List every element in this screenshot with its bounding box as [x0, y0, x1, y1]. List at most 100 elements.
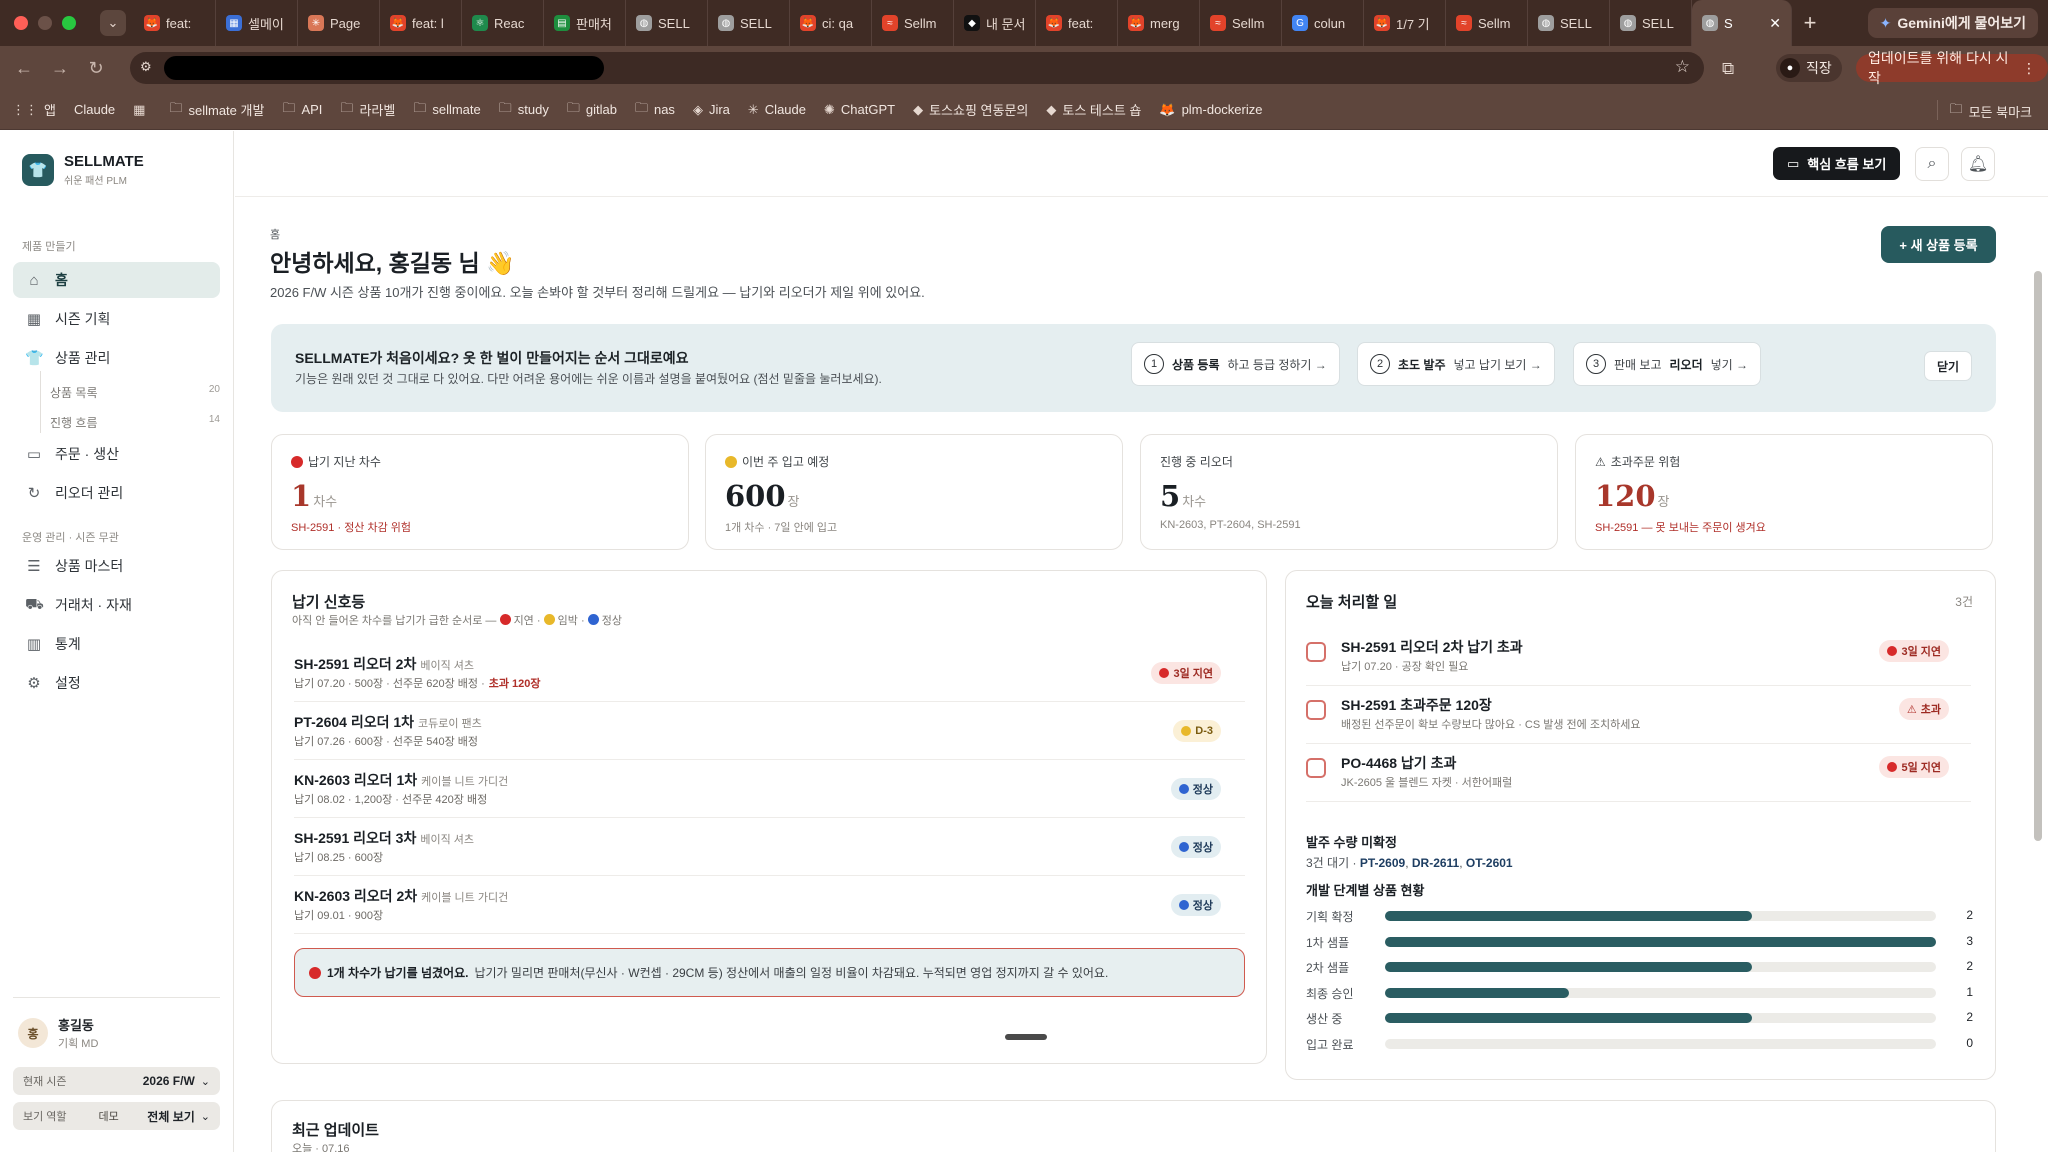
new-product-button[interactable]: + 새 상품 등록 [1881, 226, 1996, 263]
nav-item[interactable]: 👕 상품 관리 [13, 340, 220, 376]
delivery-row[interactable]: PT-2604 리오더 1차 코듀로이 팬츠 납기 07.26 · 600장 · 선… [294, 702, 1245, 760]
browser-tab[interactable]: ▦ 셀메이 [216, 0, 298, 46]
nav-item[interactable]: ⛟ 거래처 · 자재 [13, 587, 220, 623]
more-icon[interactable]: ⋮ [2022, 60, 2036, 77]
core-flow-button[interactable]: ▭ 핵심 흐름 보기 [1773, 147, 1901, 180]
bookmark-item[interactable]: ✺ ChatGPT [824, 102, 895, 118]
bookmark-item[interactable]: 🗀 sellmate 개발 [169, 99, 264, 121]
onboarding-step-2[interactable]: 2 초도 발주 넣고 납기 보기 → [1357, 342, 1555, 386]
address-bar[interactable]: ⚙ ☆ [130, 52, 1704, 84]
update-button[interactable]: 업데이트를 위해 다시 시작 ⋮ [1856, 50, 2048, 86]
bookmark-item[interactable]: 🗀 라라벨 [340, 99, 395, 121]
nav-item[interactable]: ▥ 통계 [13, 626, 220, 662]
onboarding-step-3[interactable]: 3 판매 보고 리오더 넣기 → [1573, 342, 1762, 386]
bookmark-star-icon[interactable]: ☆ [1675, 57, 1690, 77]
bookmark-item[interactable]: ◈ Jira [693, 102, 730, 118]
stat-card[interactable]: 이번 주 입고 예정 600 장 1개 차수 · 7일 안에 입고 [705, 434, 1123, 550]
nav-item[interactable]: ☰ 상품 마스터 [13, 548, 220, 584]
bookmark-item[interactable]: ✳ Claude [748, 102, 806, 118]
nav-item[interactable]: ▭ 주문 · 생산 [13, 436, 220, 472]
bookmark-item[interactable]: Claude [74, 102, 115, 117]
bookmark-item[interactable]: 🗀 nas [635, 99, 675, 121]
browser-tab-active[interactable]: ◍ S ✕ [1692, 0, 1792, 46]
browser-tab[interactable]: 🦊 feat: [134, 0, 216, 46]
status-badge-label: 정상 [1192, 784, 1213, 796]
nav-item[interactable]: ▦ 시즌 기획 [13, 301, 220, 337]
stat-card[interactable]: 진행 중 리오더 5 차수 KN-2603, PT-2604, SH-2591 [1140, 434, 1558, 550]
forward-icon[interactable]: → [42, 58, 78, 79]
stat-card[interactable]: 납기 지난 차수 1 차수 SH-2591 · 정산 차감 위험 [271, 434, 689, 550]
bookmark-item[interactable]: ◆ 토스쇼핑 연동문의 [913, 100, 1028, 119]
close-window-button[interactable] [14, 16, 28, 30]
browser-tab[interactable]: ◍ SELL [708, 0, 790, 46]
browser-tab[interactable]: ◍ SELL [626, 0, 708, 46]
scroll-handle[interactable] [1005, 1034, 1047, 1040]
minimize-window-button[interactable] [38, 16, 52, 30]
nav-item[interactable]: ↻ 리오더 관리 [13, 475, 220, 511]
browser-tab[interactable]: Gcolun [1282, 0, 1364, 46]
nav-sub-item[interactable]: 진행 흐름 14 [50, 414, 220, 431]
onboarding-step-1[interactable]: 1 상품 등록 하고 등급 정하기 → [1131, 342, 1340, 386]
all-bookmarks[interactable]: 🗀 모든 북마크 [1950, 100, 2032, 122]
page-scrollbar[interactable] [2034, 271, 2042, 841]
browser-tab[interactable]: ≈ Sellm [1200, 0, 1282, 46]
bookmark-item[interactable]: ⋮⋮ 앱 [12, 100, 56, 119]
browser-tab[interactable]: ✳ Page [298, 0, 380, 46]
season-select[interactable]: 현재 시즌 2026 F/W ⌄ [13, 1067, 220, 1095]
stat-card[interactable]: ⚠ 초과주문 위험 120 장 SH-2591 — 못 보내는 주문이 생겨요 [1575, 434, 1993, 550]
browser-tab[interactable]: 🦊 ci: qa [790, 0, 872, 46]
user-profile[interactable]: 홍 홍길동 기획 MD [18, 1015, 98, 1051]
delivery-row[interactable]: SH-2591 리오더 2차 베이직 셔츠 납기 07.20 · 500장 · 선주… [294, 644, 1245, 702]
browser-tab[interactable]: 🦊 merg [1118, 0, 1200, 46]
browser-tab[interactable]: ◍ SELL [1610, 0, 1692, 46]
role-select[interactable]: 보기 역할 데모 전체 보기 ⌄ [13, 1102, 220, 1130]
bookmark-item[interactable]: ▦ [133, 102, 151, 118]
browser-tab[interactable]: 🦊 1/7 기 [1364, 0, 1446, 46]
pending-code-link[interactable]: DR-2611 [1412, 856, 1459, 870]
site-settings-icon[interactable]: ⚙ [140, 59, 158, 77]
pending-code-link[interactable]: OT-2601 [1466, 856, 1513, 870]
browser-tab[interactable]: ≈ Sellm [872, 0, 954, 46]
bookmark-item[interactable]: 🗀 study [499, 99, 549, 121]
new-tab-icon[interactable]: + [1792, 10, 1828, 36]
pending-code-link[interactable]: PT-2609 [1360, 856, 1405, 870]
browser-tab[interactable]: ≈ Sellm [1446, 0, 1528, 46]
nav-item-label: 홈 [55, 272, 68, 288]
maximize-window-button[interactable] [62, 16, 76, 30]
delivery-row[interactable]: SH-2591 리오더 3차 베이직 셔츠 납기 08.25 · 600장 정상 [294, 818, 1245, 876]
nav-sub-item[interactable]: 상품 목록 20 [50, 384, 220, 401]
task-checkbox[interactable] [1306, 758, 1326, 778]
delivery-row[interactable]: KN-2603 리오더 2차 케이블 니트 가디건 납기 09.01 · 900장 정… [294, 876, 1245, 934]
profile-button[interactable]: ● 직장 [1776, 54, 1842, 82]
task-item[interactable]: PO-4468 납기 초과 JK-2605 울 블렌드 자켓 · 서한어패럴 5일 … [1306, 744, 1971, 802]
nav-item[interactable]: ⌂ 홈 [13, 262, 220, 298]
tab-search-button[interactable]: ⌄ [100, 10, 126, 36]
task-item[interactable]: SH-2591 초과주문 120장 배정된 선주문이 확보 수량보다 많아요 · … [1306, 686, 1971, 744]
bookmark-item[interactable]: 🗀 API [282, 99, 322, 121]
browser-tab[interactable]: ◍ SELL [1528, 0, 1610, 46]
onboarding-banner: SELLMATE가 처음이세요? 옷 한 벌이 만들어지는 순서 그대로예요 기… [271, 324, 1996, 412]
task-checkbox[interactable] [1306, 642, 1326, 662]
extensions-icon[interactable]: ⧉ [1722, 59, 1734, 79]
browser-tab[interactable]: ◆ 내 문서 [954, 0, 1036, 46]
onboarding-close-button[interactable]: 닫기 [1924, 351, 1972, 381]
brand[interactable]: 👕 SELLMATE 쉬운 패션 PLM [22, 153, 144, 187]
search-button[interactable]: ⌕ [1915, 147, 1949, 181]
bookmark-item[interactable]: 🦊 plm-dockerize [1159, 102, 1262, 118]
reload-icon[interactable]: ↻ [78, 58, 114, 79]
bookmark-item[interactable]: 🗀 gitlab [567, 99, 617, 121]
browser-tab[interactable]: ⚛ Reac [462, 0, 544, 46]
notification-button[interactable]: 🔔︎ [1961, 147, 1995, 181]
browser-tab[interactable]: 🦊 feat: [1036, 0, 1118, 46]
close-icon[interactable]: ✕ [1769, 15, 1781, 32]
browser-tab[interactable]: 🦊 feat: l [380, 0, 462, 46]
delivery-row[interactable]: KN-2603 리오더 1차 케이블 니트 가디건 납기 08.02 · 1,200… [294, 760, 1245, 818]
gemini-button[interactable]: ✦ Gemini에게 물어보기 [1867, 8, 2038, 38]
browser-tab[interactable]: ▤ 판매처 [544, 0, 626, 46]
back-icon[interactable]: ← [6, 58, 42, 79]
task-item[interactable]: SH-2591 리오더 2차 납기 초과 납기 07.20 · 공장 확인 필요 3… [1306, 628, 1971, 686]
bookmark-item[interactable]: ◆ 토스 테스트 숍 [1046, 100, 1141, 119]
task-checkbox[interactable] [1306, 700, 1326, 720]
bookmark-item[interactable]: 🗀 sellmate [413, 99, 480, 121]
nav-item[interactable]: ⚙ 설정 [13, 665, 220, 701]
